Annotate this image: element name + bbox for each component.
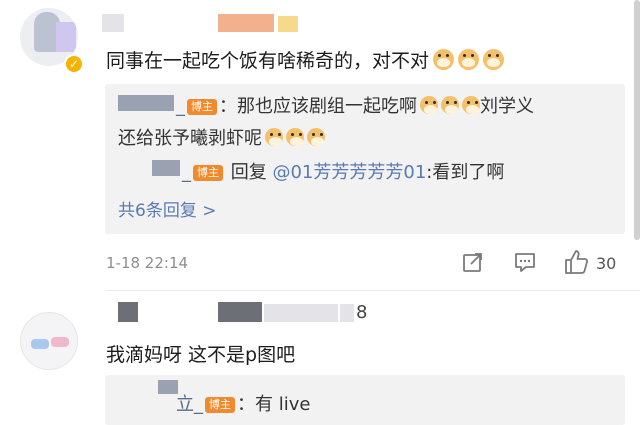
reply-username[interactable]: _: [176, 96, 185, 117]
share-icon[interactable]: [461, 250, 485, 274]
username-blur[interactable]: [264, 304, 338, 322]
verified-badge-icon: ✓: [64, 54, 84, 74]
reply-username-blur[interactable]: [118, 95, 174, 111]
doge-emoji: [433, 49, 455, 70]
doge-emoji: [307, 128, 325, 146]
username-blur[interactable]: [218, 14, 274, 32]
reply-line-4: 立_ 博主 ：有 live: [176, 390, 310, 416]
username-blur[interactable]: [218, 302, 262, 322]
reply-text: :看到了啊: [426, 162, 505, 183]
reply-prefix: 回复: [230, 162, 267, 183]
comment-icon[interactable]: [513, 250, 537, 274]
username-blur[interactable]: [118, 302, 138, 322]
reply-text: ：有 live: [237, 394, 311, 415]
username-blur[interactable]: [340, 304, 354, 322]
reply-username-blur[interactable]: [152, 160, 180, 176]
avatar-shape-2: [51, 337, 69, 347]
blogger-badge: 博主: [205, 397, 235, 413]
divider: [106, 290, 640, 291]
avatar-shape-2: [56, 22, 76, 52]
more-replies-link[interactable]: 共6条回复 >: [118, 196, 216, 221]
mention-link[interactable]: @01芳芳芳芳芳01: [272, 162, 426, 183]
reply-line-3: _ 博主 回复 @01芳芳芳芳芳01:看到了啊: [182, 158, 504, 184]
reply-line-1: _ 博主 ：那也应该剧组一起吃啊 刘学义: [176, 92, 534, 118]
blogger-badge: 博主: [193, 165, 223, 181]
reply-username-blur[interactable]: [158, 380, 178, 394]
username-blur[interactable]: [278, 16, 298, 32]
scrollbar[interactable]: [634, 0, 640, 240]
comment-text: 我滴妈呀 这不是p图吧: [106, 344, 296, 366]
thumbs-up-icon[interactable]: [562, 248, 590, 276]
doge-emoji: [458, 49, 480, 70]
doge-emoji: [265, 128, 283, 146]
avatar-shape: [31, 339, 49, 349]
reply-text-tail: 刘学义: [480, 96, 534, 117]
comment-body: 同事在一起吃个饭有啥稀奇的，对不对: [106, 50, 430, 72]
username-blur[interactable]: [102, 14, 124, 32]
reply-text: ：那也应该剧组一起吃啊: [219, 96, 417, 117]
reply-username[interactable]: _: [182, 162, 191, 183]
commenter-avatar[interactable]: [20, 312, 78, 370]
username-tail[interactable]: 8: [356, 302, 367, 323]
reply-username-prefix[interactable]: 立: [176, 394, 194, 415]
comment-text: 同事在一起吃个饭有啥稀奇的，对不对: [106, 46, 505, 73]
doge-emoji: [441, 96, 459, 114]
doge-emoji: [483, 49, 505, 70]
like-count: 30: [596, 254, 617, 273]
blogger-badge: 博主: [187, 99, 217, 115]
reply-line-2: 还给张予曦剥虾呢: [118, 124, 325, 150]
timestamp: 1-18 22:14: [106, 254, 189, 272]
doge-emoji: [286, 128, 304, 146]
reply-username[interactable]: _: [194, 394, 203, 415]
doge-emoji: [420, 96, 438, 114]
doge-emoji: [462, 96, 480, 114]
reply-text-line2: 还给张予曦剥虾呢: [118, 128, 262, 149]
